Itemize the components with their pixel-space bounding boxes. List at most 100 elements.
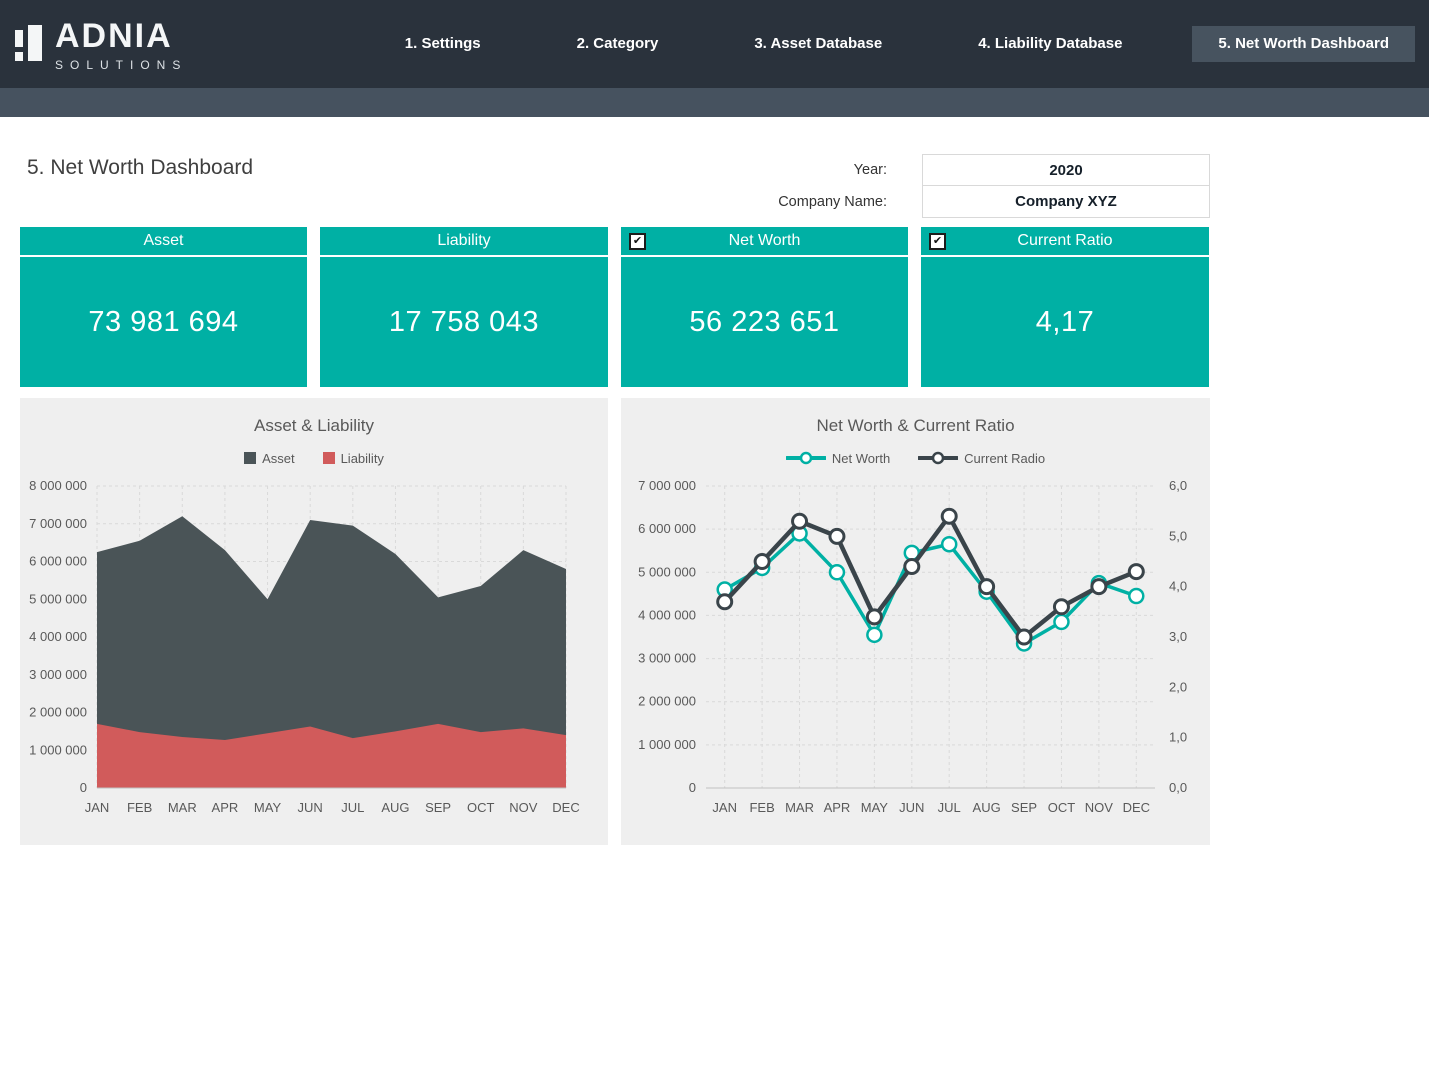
year-label: Year: <box>627 162 887 178</box>
company-name-input[interactable] <box>922 186 1210 218</box>
svg-text:MAR: MAR <box>168 800 197 815</box>
svg-text:OCT: OCT <box>1048 800 1076 815</box>
svg-text:NOV: NOV <box>509 800 538 815</box>
legend-label: Net Worth <box>832 451 890 466</box>
svg-text:7 000 000: 7 000 000 <box>638 478 696 493</box>
svg-text:APR: APR <box>212 800 239 815</box>
svg-text:3 000 000: 3 000 000 <box>638 651 696 666</box>
svg-text:APR: APR <box>824 800 851 815</box>
nav-tabs: 1. Settings 2. Category 3. Asset Databas… <box>379 26 1415 62</box>
svg-text:0: 0 <box>689 780 696 795</box>
svg-text:2 000 000: 2 000 000 <box>29 705 87 720</box>
charts-row: Asset & Liability Asset Liability 0 1 000 … <box>20 398 1210 845</box>
tab-liability-database[interactable]: 4. Liability Database <box>952 26 1148 62</box>
asset-liability-area-chart: 0 1 000 000 2 000 000 3 000 000 4 000 000 5 0… <box>20 470 608 837</box>
net-worth-dashboard-page: ADNIA SOLUTIONS 1. Settings 2. Category … <box>0 0 1429 1069</box>
tab-net-worth-dashboard[interactable]: 5. Net Worth Dashboard <box>1192 26 1415 62</box>
tab-settings[interactable]: 1. Settings <box>379 26 507 62</box>
legend-item-liability: Liability <box>323 451 384 466</box>
svg-text:6,0: 6,0 <box>1169 478 1187 493</box>
kpi-asset-value: 73 981 694 <box>20 257 307 387</box>
svg-text:NOV: NOV <box>1085 800 1114 815</box>
svg-text:0: 0 <box>80 780 87 795</box>
svg-text:JAN: JAN <box>85 800 110 815</box>
legend-line-marker-icon <box>786 451 826 465</box>
tab-category[interactable]: 2. Category <box>551 26 685 62</box>
logo-brand-text: ADNIA <box>55 16 187 56</box>
top-navbar: ADNIA SOLUTIONS 1. Settings 2. Category … <box>0 0 1429 88</box>
svg-text:4 000 000: 4 000 000 <box>29 629 87 644</box>
kpi-row: Asset 73 981 694 Liability 17 758 043 Ne… <box>20 227 1209 387</box>
net-worth-ratio-line-chart: 0 1 000 000 2 000 000 3 000 000 4 000 000 5 0… <box>621 470 1210 837</box>
legend-swatch-icon <box>323 452 335 464</box>
legend-label: Liability <box>341 451 384 466</box>
svg-text:FEB: FEB <box>127 800 152 815</box>
svg-text:1 000 000: 1 000 000 <box>29 742 87 757</box>
svg-text:OCT: OCT <box>467 800 495 815</box>
net-worth-ratio-chart-title: Net Worth & Current Ratio <box>621 398 1210 436</box>
net-worth-ratio-legend: Net Worth Current Radio <box>621 450 1210 466</box>
svg-text:3 000 000: 3 000 000 <box>29 667 87 682</box>
svg-text:0,0: 0,0 <box>1169 780 1187 795</box>
legend-item-net-worth: Net Worth <box>786 451 890 466</box>
kpi-card-net-worth: Net Worth 56 223 651 <box>621 227 908 387</box>
svg-text:SEP: SEP <box>425 800 451 815</box>
legend-item-asset: Asset <box>244 451 295 466</box>
svg-text:AUG: AUG <box>381 800 409 815</box>
legend-label: Current Radio <box>964 451 1045 466</box>
svg-text:AUG: AUG <box>973 800 1001 815</box>
svg-text:JUN: JUN <box>298 800 323 815</box>
legend-item-current-radio: Current Radio <box>918 451 1045 466</box>
svg-text:JAN: JAN <box>712 800 737 815</box>
svg-text:5 000 000: 5 000 000 <box>29 591 87 606</box>
svg-text:MAY: MAY <box>861 800 889 815</box>
kpi-liability-value: 17 758 043 <box>320 257 608 387</box>
year-input[interactable] <box>922 154 1210 186</box>
asset-liability-legend: Asset Liability <box>20 450 608 466</box>
svg-text:1 000 000: 1 000 000 <box>638 737 696 752</box>
svg-text:DEC: DEC <box>552 800 579 815</box>
current-ratio-checkbox[interactable] <box>929 233 946 250</box>
legend-label: Asset <box>262 451 295 466</box>
svg-text:2,0: 2,0 <box>1169 679 1187 694</box>
svg-text:MAY: MAY <box>254 800 282 815</box>
svg-text:JUN: JUN <box>899 800 924 815</box>
asset-liability-chart-title: Asset & Liability <box>20 398 608 436</box>
legend-swatch-icon <box>244 452 256 464</box>
svg-text:4 000 000: 4 000 000 <box>638 607 696 622</box>
svg-text:2 000 000: 2 000 000 <box>638 694 696 709</box>
net-worth-ratio-chart-panel: Net Worth & Current Ratio Net Worth Curre… <box>621 398 1210 845</box>
kpi-current-ratio-label: Current Ratio <box>1017 232 1112 250</box>
legend-line-marker-icon <box>918 451 958 465</box>
adnia-logo: ADNIA SOLUTIONS <box>15 16 187 72</box>
svg-text:8 000 000: 8 000 000 <box>29 478 87 493</box>
svg-text:1,0: 1,0 <box>1169 730 1187 745</box>
svg-text:SEP: SEP <box>1011 800 1037 815</box>
svg-text:JUL: JUL <box>938 800 961 815</box>
kpi-asset-label: Asset <box>143 232 183 250</box>
page-title: 5. Net Worth Dashboard <box>27 156 253 180</box>
kpi-card-liability: Liability 17 758 043 <box>320 227 608 387</box>
company-name-label: Company Name: <box>627 194 887 210</box>
tab-asset-database[interactable]: 3. Asset Database <box>728 26 908 62</box>
nav-substrip <box>0 88 1429 117</box>
kpi-net-worth-label: Net Worth <box>729 232 801 250</box>
net-worth-checkbox[interactable] <box>629 233 646 250</box>
asset-liability-chart-panel: Asset & Liability Asset Liability 0 1 000 … <box>20 398 608 845</box>
kpi-current-ratio-value: 4,17 <box>921 257 1209 387</box>
kpi-liability-label: Liability <box>437 232 490 250</box>
svg-text:3,0: 3,0 <box>1169 629 1187 644</box>
svg-text:7 000 000: 7 000 000 <box>29 516 87 531</box>
kpi-card-asset: Asset 73 981 694 <box>20 227 307 387</box>
svg-text:DEC: DEC <box>1123 800 1150 815</box>
svg-text:JUL: JUL <box>341 800 364 815</box>
svg-text:4,0: 4,0 <box>1169 579 1187 594</box>
svg-text:6 000 000: 6 000 000 <box>29 554 87 569</box>
svg-text:5 000 000: 5 000 000 <box>638 564 696 579</box>
svg-text:5,0: 5,0 <box>1169 528 1187 543</box>
bar-chart-logo-icon <box>15 23 45 68</box>
logo-subtitle-text: SOLUTIONS <box>55 58 187 72</box>
svg-text:6 000 000: 6 000 000 <box>638 521 696 536</box>
kpi-net-worth-value: 56 223 651 <box>621 257 908 387</box>
svg-text:FEB: FEB <box>749 800 774 815</box>
